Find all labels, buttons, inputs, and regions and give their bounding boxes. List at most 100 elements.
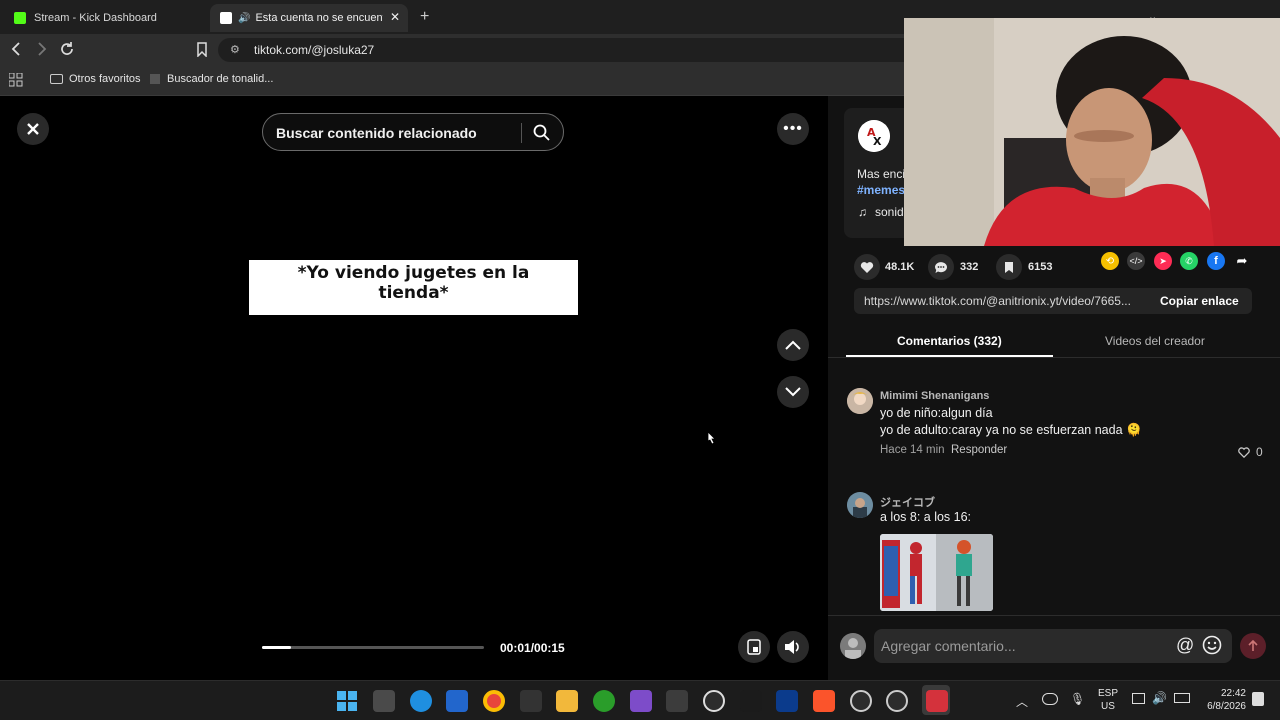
heart-icon <box>854 254 880 280</box>
mouse-cursor-icon <box>705 430 717 446</box>
bookmark-otros-favoritos[interactable]: Otros favoritos <box>50 73 141 85</box>
comment-username[interactable]: ジェイコブ <box>880 494 935 510</box>
floating-player-button[interactable] <box>738 631 770 663</box>
facebook-icon[interactable]: f <box>1207 252 1225 270</box>
reply-button[interactable]: Responder <box>951 444 1007 456</box>
like-count: 48.1K <box>885 261 915 273</box>
forward-icon[interactable] <box>35 42 47 56</box>
comment-count: 332 <box>960 261 979 273</box>
my-avatar[interactable] <box>840 633 866 659</box>
emoji-icon[interactable] <box>1202 635 1222 655</box>
kick-logo-icon <box>14 12 26 24</box>
volume-icon <box>785 640 799 654</box>
save-button[interactable]: 6153 <box>996 254 1052 280</box>
store-icon[interactable] <box>446 690 468 712</box>
search-icon[interactable] <box>533 124 550 141</box>
back-icon[interactable] <box>11 42 23 56</box>
music-note-icon: ♫ <box>858 205 867 219</box>
bookmark-label: Buscador de tonalid... <box>167 73 274 85</box>
search-divider <box>521 123 522 143</box>
task-view-icon[interactable] <box>373 690 395 712</box>
video-player[interactable]: *Yo viendo jugetes en la tienda* <box>249 96 578 680</box>
volume-button[interactable] <box>777 631 809 663</box>
comment-image[interactable] <box>880 534 993 611</box>
tab-tiktok[interactable]: 🔊 Esta cuenta no se encuentra... ✕ <box>210 4 408 32</box>
related-search-field[interactable]: Buscar contenido relacionado <box>262 113 564 151</box>
notification-icon[interactable] <box>1252 692 1264 706</box>
author-avatar[interactable]: AX <box>858 120 890 152</box>
apps-grid-icon[interactable] <box>9 73 23 87</box>
bookmark-label: Otros favoritos <box>69 73 141 85</box>
language-indicator[interactable]: ESP US <box>1098 687 1118 713</box>
send-icon[interactable]: ➤ <box>1154 252 1172 270</box>
windows-start-icon[interactable] <box>336 690 358 712</box>
file-explorer-icon[interactable] <box>556 690 578 712</box>
video-progress-bar[interactable] <box>262 646 484 649</box>
heart-outline-icon <box>1238 446 1250 458</box>
repost-icon[interactable]: ⟲ <box>1101 252 1119 270</box>
like-button[interactable]: 48.1K <box>854 254 914 280</box>
epic-games-icon[interactable] <box>520 690 542 712</box>
onedrive-icon[interactable] <box>1042 693 1058 705</box>
video-link[interactable]: https://www.tiktok.com/@anitrionix.yt/vi… <box>864 294 1144 308</box>
app-icon[interactable] <box>850 690 872 712</box>
app-icon[interactable] <box>776 690 798 712</box>
steam-icon[interactable] <box>703 690 725 712</box>
battery-icon[interactable] <box>1174 693 1190 703</box>
comment-input[interactable]: Agregar comentario... @ <box>874 629 1232 663</box>
comment-button[interactable]: 332 <box>928 254 978 280</box>
tabs-divider <box>828 357 1280 358</box>
search-placeholder: Buscar contenido relacionado <box>276 125 477 141</box>
app-icon[interactable] <box>630 690 652 712</box>
bookmark-buscador[interactable]: Buscador de tonalid... <box>150 73 273 85</box>
copy-link-button[interactable]: Copiar enlace <box>1150 288 1249 314</box>
arrow-up-icon <box>1248 640 1258 651</box>
tab-creator-videos[interactable]: Videos del creador <box>1105 334 1205 348</box>
region-code: US <box>1101 701 1115 712</box>
post-hashtag[interactable]: #memes <box>857 183 905 197</box>
edge-icon[interactable] <box>410 690 432 712</box>
bookmark-icon[interactable] <box>196 42 208 57</box>
comment-time: Hace 14 min <box>880 444 945 456</box>
chevron-down-icon <box>785 387 801 397</box>
chevron-up-icon[interactable]: ︿ <box>1016 693 1028 710</box>
commenter-avatar[interactable] <box>847 492 873 518</box>
comment-like-button[interactable]: 0 <box>1238 445 1263 459</box>
video-caption-card: *Yo viendo jugetes en la tienda* <box>249 260 578 315</box>
post-sound[interactable]: ♫ sonid <box>858 205 904 219</box>
next-video-button[interactable] <box>777 376 809 408</box>
whatsapp-icon[interactable]: ✆ <box>1180 252 1198 270</box>
embed-icon[interactable]: </> <box>1127 252 1145 270</box>
network-icon[interactable] <box>1132 693 1145 704</box>
post-description: Mas enci <box>857 167 906 181</box>
comment-username[interactable]: Mimimi Shenanigans <box>880 390 989 402</box>
tab-comments[interactable]: Comentarios (332) <box>897 334 1002 348</box>
close-video-button[interactable] <box>17 113 49 145</box>
reload-icon[interactable] <box>59 41 75 57</box>
speaker-icon[interactable]: 🔊 <box>238 13 250 24</box>
app-icon[interactable] <box>740 690 762 712</box>
close-icon <box>27 123 39 135</box>
new-tab-icon[interactable]: + <box>420 8 429 26</box>
chrome-icon[interactable] <box>483 690 505 712</box>
app-icon[interactable] <box>666 690 688 712</box>
xbox-icon[interactable] <box>593 690 615 712</box>
site-info-icon[interactable]: ⚙ <box>230 43 240 56</box>
app-icon[interactable] <box>886 690 908 712</box>
previous-video-button[interactable] <box>777 329 809 361</box>
close-tab-icon[interactable]: ✕ <box>390 10 400 24</box>
commenter-avatar[interactable] <box>847 388 873 414</box>
post-comment-button[interactable] <box>1240 633 1266 659</box>
mention-icon[interactable]: @ <box>1176 635 1194 656</box>
more-options-button[interactable]: ••• <box>777 113 809 145</box>
tiktok-logo-icon <box>220 12 232 24</box>
microphone-icon[interactable]: 🎙 <box>1070 692 1085 706</box>
clock[interactable]: 22:42 6/8/2026 <box>1200 687 1246 713</box>
brave-icon[interactable] <box>813 690 835 712</box>
share-more-icon[interactable]: ➦ <box>1233 252 1251 270</box>
app-icon[interactable] <box>926 690 948 712</box>
windows-taskbar: ︿ 🎙 ESP US 🔊 22:42 6/8/2026 <box>0 680 1280 720</box>
tab-kick-dashboard[interactable]: Stream - Kick Dashboard <box>4 4 204 32</box>
video-link-row: https://www.tiktok.com/@anitrionix.yt/vi… <box>854 288 1252 314</box>
volume-icon[interactable]: 🔊 <box>1152 691 1167 705</box>
